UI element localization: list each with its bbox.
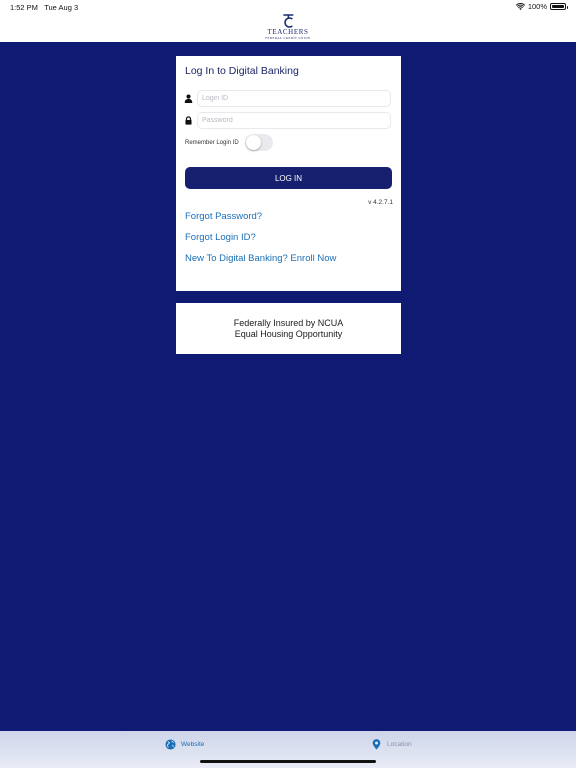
teachers-logo: TEACHERS FEDERAL CREDIT UNION: [265, 13, 310, 40]
login-id-row: [184, 89, 391, 107]
lock-icon: [185, 115, 192, 125]
remember-login-row: Remember Login ID: [185, 134, 273, 151]
tab-location-label: Location: [387, 741, 412, 748]
status-clock: 1:52 PM: [10, 3, 38, 12]
disclosure-card: Federally Insured by NCUA Equal Housing …: [176, 303, 401, 354]
equal-housing-notice: Equal Housing Opportunity: [234, 328, 343, 339]
battery-percent: 100%: [527, 2, 547, 11]
logo-name: TEACHERS: [267, 28, 309, 36]
tab-location[interactable]: Location: [371, 739, 412, 750]
forgot-login-id-link[interactable]: Forgot Login ID?: [185, 232, 256, 243]
login-card: Log In to Digital Banking Remember Login…: [176, 56, 401, 291]
logo-subtitle: FEDERAL CREDIT UNION: [265, 36, 311, 40]
wifi-icon: [515, 2, 525, 10]
user-icon: [184, 93, 193, 103]
status-indicators: 100%: [515, 2, 568, 11]
password-row: [184, 111, 391, 129]
globe-icon: [165, 739, 176, 750]
app-version: v 4.2.7.1: [368, 199, 393, 206]
login-title: Log In to Digital Banking: [185, 65, 299, 77]
login-id-input[interactable]: [197, 89, 391, 107]
tab-website-label: Website: [181, 741, 205, 748]
remember-login-label: Remember Login ID: [185, 139, 239, 146]
battery-icon: [550, 3, 568, 10]
password-input[interactable]: [197, 111, 391, 129]
teachers-logo-icon: [283, 14, 293, 28]
enroll-now-link[interactable]: New To Digital Banking? Enroll Now: [185, 253, 336, 264]
tab-website[interactable]: Website: [165, 739, 204, 750]
toggle-knob: [245, 135, 261, 150]
status-date: Tue Aug 3: [44, 3, 79, 12]
map-pin-icon: [372, 739, 381, 750]
forgot-password-link[interactable]: Forgot Password?: [185, 211, 262, 222]
ncua-notice: Federally Insured by NCUA: [233, 317, 344, 328]
app-screen: 1:52 PM Tue Aug 3 100% TEACHERS FEDERAL …: [0, 0, 576, 768]
remember-login-toggle[interactable]: [244, 134, 273, 151]
home-indicator[interactable]: [200, 760, 376, 763]
header-bar: 1:52 PM Tue Aug 3 100% TEACHERS FEDERAL …: [0, 0, 576, 42]
login-button[interactable]: LOG IN: [185, 167, 392, 189]
status-time: 1:52 PM Tue Aug 3: [10, 3, 78, 12]
